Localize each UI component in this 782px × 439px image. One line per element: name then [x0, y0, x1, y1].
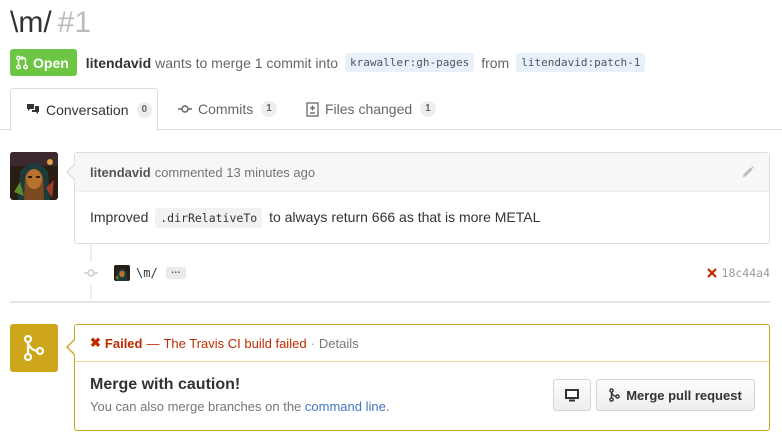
git-merge-icon: [23, 335, 45, 361]
x-icon[interactable]: [706, 268, 717, 278]
pr-author-link[interactable]: litendavid: [86, 55, 151, 71]
comment-author-link[interactable]: litendavid: [90, 165, 151, 180]
desktop-icon: [565, 389, 579, 402]
pr-meta: Open litendavid wants to merge 1 commit …: [10, 49, 652, 76]
merge-title: Merge with caution!: [90, 376, 241, 393]
merge-subtitle-text: You can also merge branches on the: [90, 399, 302, 414]
merge-subtitle: You can also merge branches on the comma…: [90, 399, 389, 414]
comment-discussion-icon: [27, 104, 39, 114]
merge-main: Merge with caution! You can also merge b…: [75, 362, 769, 430]
comment-body: Improved .dirRelativeTo to always return…: [75, 192, 769, 242]
comment-box: litendavid commented 13 minutes ago Impr…: [66, 152, 770, 244]
build-status-row: ✖ Failed — The Travis CI build failed · …: [75, 325, 769, 362]
comment-timestamp: commented 13 minutes ago: [154, 164, 316, 180]
git-commit-icon: [80, 262, 102, 284]
merge-subtitle-period: .: [385, 399, 390, 414]
tab-files-changed[interactable]: Files changed 1: [306, 88, 436, 130]
tab-conversation[interactable]: Conversation 0: [10, 88, 158, 131]
comment-header: litendavid commented 13 minutes ago: [75, 153, 769, 192]
avatar[interactable]: [10, 152, 58, 200]
pr-number: #1: [57, 6, 92, 39]
commit-avatar[interactable]: [114, 265, 130, 281]
commit-message-link[interactable]: \m/: [136, 266, 158, 280]
build-details-link[interactable]: Details: [319, 336, 359, 351]
tab-commits[interactable]: Commits 1: [178, 88, 277, 130]
commit-expand-button[interactable]: …: [165, 266, 186, 279]
head-ref[interactable]: litendavid:patch-1: [516, 53, 646, 72]
commit-meta: 18c44a4: [706, 262, 770, 284]
build-status-label: Failed: [104, 335, 143, 351]
build-status-description: The Travis CI build failed: [163, 335, 307, 351]
pr-title-text: \m/: [10, 6, 52, 39]
merge-status-icon-box: [10, 324, 58, 372]
tab-commits-count: 1: [261, 101, 277, 117]
pr-title: \m/#1: [10, 6, 91, 40]
state-badge: Open: [10, 49, 77, 76]
tab-files-count: 1: [420, 101, 436, 117]
comment-text-after: to always return 666 as that is more MET…: [269, 209, 541, 225]
commit-row: \m/ … 18c44a4: [80, 262, 770, 284]
merge-description: wants to merge 1 commit into: [155, 54, 338, 71]
merge-button-label: Merge pull request: [626, 387, 742, 403]
command-line-button[interactable]: [553, 379, 591, 411]
pr-tabs: Conversation 0 Commits 1 Files changed 1: [0, 88, 782, 131]
git-merge-icon: [609, 388, 621, 402]
edit-pencil-icon[interactable]: [741, 165, 755, 182]
tab-commits-label: Commits: [198, 101, 254, 117]
git-commit-icon: [178, 105, 192, 113]
commit-sha-link[interactable]: 18c44a4: [722, 266, 770, 280]
x-icon: ✖: [90, 335, 101, 350]
timeline-divider: [10, 301, 770, 303]
tab-conversation-count: 0: [136, 101, 153, 118]
pull-request-icon: [16, 55, 28, 70]
from-text: from: [481, 54, 510, 71]
tab-files-label: Files changed: [325, 101, 413, 117]
tab-conversation-label: Conversation: [46, 101, 129, 118]
build-status-separator: ·: [310, 335, 315, 351]
build-status-dash: —: [146, 335, 160, 351]
diff-icon: [306, 101, 319, 117]
merge-pull-request-button[interactable]: Merge pull request: [596, 379, 755, 411]
state-label: Open: [33, 54, 69, 71]
base-ref[interactable]: krawaller:gh-pages: [345, 53, 475, 72]
command-line-link[interactable]: command line: [305, 399, 386, 414]
comment-text-before: Improved: [90, 209, 149, 225]
comment-code: .dirRelativeTo: [155, 208, 263, 228]
merge-box: ✖ Failed — The Travis CI build failed · …: [66, 324, 770, 431]
